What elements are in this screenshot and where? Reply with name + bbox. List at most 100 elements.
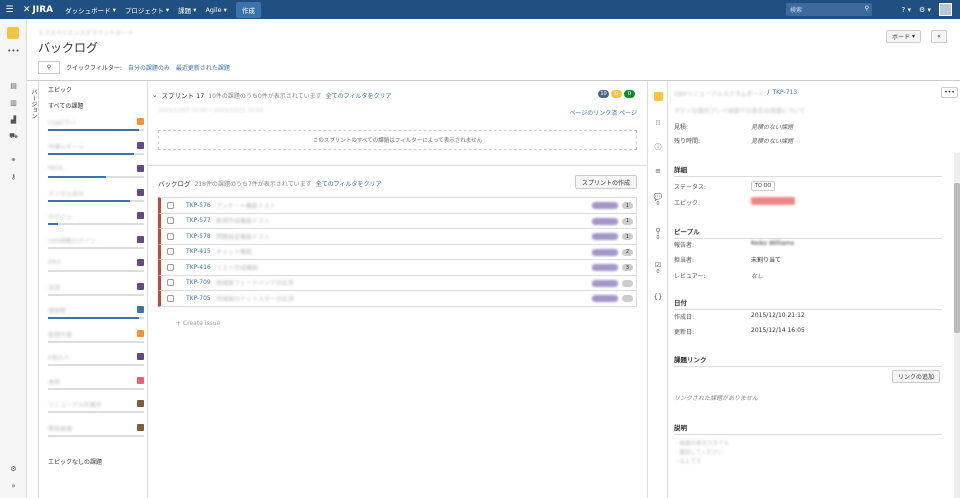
issue-row[interactable]: TKP-416 リスト作成機能 3 bbox=[158, 259, 637, 276]
gear-icon[interactable]: ⚙ ▾ bbox=[919, 6, 931, 14]
board-button[interactable]: ボード ▾ bbox=[886, 30, 921, 43]
issue-key[interactable]: TKP-576 bbox=[186, 202, 216, 209]
filter-recently-updated[interactable]: 最近更新された課題 bbox=[176, 63, 230, 72]
epic-item[interactable]: リニューアル作業外 bbox=[48, 397, 144, 419]
epic-menu-icon[interactable] bbox=[137, 235, 144, 243]
epic-item[interactable]: CUATラバ bbox=[48, 115, 144, 137]
info-icon[interactable]: ⓘ bbox=[648, 135, 668, 159]
add-link-button[interactable]: リンクの追加 bbox=[892, 370, 941, 383]
epic-lozenge[interactable] bbox=[751, 197, 795, 205]
reports-icon[interactable]: ▟ bbox=[0, 111, 27, 128]
epic-menu-icon[interactable] bbox=[137, 141, 144, 149]
versions-tab[interactable]: バージョン bbox=[27, 81, 39, 498]
remaining-value[interactable]: 見積のない課題 bbox=[751, 136, 793, 145]
epic-item[interactable]: 管理作業 bbox=[48, 327, 144, 349]
reporter-value[interactable]: Keiko Williams bbox=[751, 240, 794, 247]
create-button[interactable]: 作成 bbox=[235, 1, 261, 18]
collapse-header-button[interactable]: « bbox=[931, 30, 947, 43]
filter-search-button[interactable]: ⚲ bbox=[38, 61, 60, 74]
nav-agile[interactable]: Agile ▾ bbox=[205, 6, 226, 14]
backlog-icon[interactable]: ▤ bbox=[0, 77, 27, 94]
issue-key[interactable]: TKP-577 bbox=[186, 217, 216, 224]
epic-menu-icon[interactable] bbox=[137, 118, 144, 125]
scrollbar-thumb[interactable] bbox=[954, 183, 960, 333]
issue-row[interactable]: TKP-415 チャット機能 2 bbox=[158, 243, 637, 260]
comments-icon[interactable]: 💬 0 bbox=[648, 183, 668, 217]
sprint-header[interactable]: ⌄ スプリント 17 10件の課題のうち0件が表示されています 全てのフィルタを… bbox=[152, 90, 391, 100]
epic-menu-icon[interactable] bbox=[137, 165, 144, 172]
detail-project-link[interactable]: GBXリニューアルスクラムボード bbox=[674, 89, 764, 98]
epic-item[interactable]: デジタル自分 bbox=[48, 186, 144, 208]
nav-dashboards[interactable]: ダッシュボード ▾ bbox=[65, 5, 116, 15]
issue-row[interactable]: TKP-705 地域版ロケットスター対応済 bbox=[158, 290, 637, 307]
issue-row[interactable]: TKP-709 地域版フィードバック対応済 bbox=[158, 274, 637, 291]
epic-menu-icon[interactable] bbox=[137, 353, 144, 360]
description-icon[interactable]: ≡ bbox=[648, 159, 668, 183]
attachments-icon[interactable]: ⚲ 0 bbox=[648, 217, 668, 251]
epic-item[interactable]: 情報整 bbox=[48, 303, 144, 325]
epic-menu-icon[interactable] bbox=[137, 400, 144, 407]
issue-summary[interactable]: ダディ社案内プレイ画面での表示の改善について bbox=[674, 106, 805, 115]
search-input[interactable]: 検索 ⚲ bbox=[786, 3, 872, 16]
clear-filters-link[interactable]: 全てのフィルタをクリア bbox=[326, 91, 392, 100]
create-sprint-button[interactable]: スプリントの作成 bbox=[574, 175, 637, 189]
expand-icon[interactable]: » bbox=[0, 477, 27, 494]
components-icon[interactable]: ⚷ bbox=[0, 168, 27, 185]
epic-menu-icon[interactable] bbox=[137, 423, 144, 431]
nav-issues[interactable]: 課題 ▾ bbox=[178, 5, 196, 15]
epic-item[interactable]: NEOL bbox=[48, 162, 144, 184]
epic-item[interactable]: ログイン bbox=[48, 209, 144, 231]
issue-key[interactable]: TKP-415 bbox=[186, 248, 216, 255]
epic-item[interactable]: ERO bbox=[48, 256, 144, 278]
assignee-value[interactable]: 未割り当て bbox=[751, 255, 781, 264]
releases-icon[interactable]: ⛟ bbox=[0, 128, 27, 145]
epic-item[interactable]: 関係者様 bbox=[48, 421, 144, 443]
epic-menu-icon[interactable] bbox=[137, 212, 144, 219]
issue-key[interactable]: TKP-705 bbox=[186, 295, 216, 302]
jira-logo[interactable]: ✕ JIRA bbox=[23, 5, 53, 15]
more-actions-button[interactable]: ••• bbox=[941, 87, 958, 98]
nav-projects[interactable]: プロジェクト ▾ bbox=[125, 5, 169, 15]
all-issues-item[interactable]: すべての課題 bbox=[48, 101, 83, 110]
issue-row[interactable]: TKP-578 問題設定機能テスト 1 bbox=[158, 228, 637, 245]
project-avatar[interactable] bbox=[7, 27, 19, 39]
epic-menu-icon[interactable] bbox=[137, 188, 144, 196]
breadcrumb[interactable]: エクスペリエンスグラウンドボード bbox=[38, 28, 133, 37]
epic-menu-icon[interactable] bbox=[137, 306, 144, 313]
epic-item[interactable]: SAS移動ログイン bbox=[48, 233, 144, 255]
issue-key[interactable]: TKP-416 bbox=[186, 264, 216, 271]
chevron-down-icon[interactable]: ⌄ bbox=[152, 91, 157, 99]
code-icon[interactable]: {} bbox=[648, 285, 668, 309]
clear-filters-link[interactable]: 全てのフィルタをクリア bbox=[316, 179, 382, 188]
help-icon[interactable]: ? ▾ bbox=[902, 6, 911, 14]
estimate-value[interactable]: 見積のない課題 bbox=[751, 122, 793, 131]
reviewer-value[interactable]: なし bbox=[751, 271, 763, 280]
epic-item[interactable]: F地方人 bbox=[48, 350, 144, 372]
detail-scrollbar[interactable] bbox=[954, 153, 960, 498]
epic-menu-icon[interactable] bbox=[137, 329, 144, 337]
issue-row[interactable]: TKP-576 アンケート機能テスト 1 bbox=[158, 197, 637, 214]
epic-item[interactable]: 決済 bbox=[48, 280, 144, 302]
settings-icon[interactable]: ⚙ bbox=[0, 460, 27, 477]
drag-handle-icon[interactable]: ⁞⁞ bbox=[648, 111, 668, 135]
epic-item[interactable]: 共通ルギーリ bbox=[48, 139, 144, 161]
subtasks-icon[interactable]: ☑ 0 bbox=[648, 251, 668, 285]
more-icon[interactable]: ••• bbox=[0, 42, 27, 59]
issue-key-link[interactable]: TKP-713 bbox=[772, 89, 797, 98]
user-avatar[interactable] bbox=[939, 3, 952, 16]
filter-my-issues[interactable]: 自分の課題のみ bbox=[128, 63, 170, 72]
issue-key[interactable]: TKP-709 bbox=[186, 279, 216, 286]
link-icon[interactable]: ⚭ bbox=[0, 151, 27, 168]
epic-menu-icon[interactable] bbox=[137, 259, 144, 266]
issue-key[interactable]: TKP-578 bbox=[186, 233, 216, 240]
no-epic-issues-item[interactable]: エピックなしの課題 bbox=[48, 457, 102, 466]
epic-item[interactable]: 運用 bbox=[48, 374, 144, 396]
epic-menu-icon[interactable] bbox=[137, 282, 144, 290]
app-switcher-icon[interactable]: ☰ bbox=[0, 0, 19, 19]
issue-row[interactable]: TKP-577 新規作成機能テスト 1 bbox=[158, 212, 637, 229]
status-badge[interactable]: TO DO bbox=[751, 181, 776, 191]
board-icon[interactable]: ▥ bbox=[0, 94, 27, 111]
sprint-page-link[interactable]: ページのリンク済 ページ bbox=[569, 108, 637, 117]
epic-menu-icon[interactable] bbox=[137, 376, 144, 384]
create-issue-link[interactable]: + Create issue bbox=[176, 320, 220, 327]
